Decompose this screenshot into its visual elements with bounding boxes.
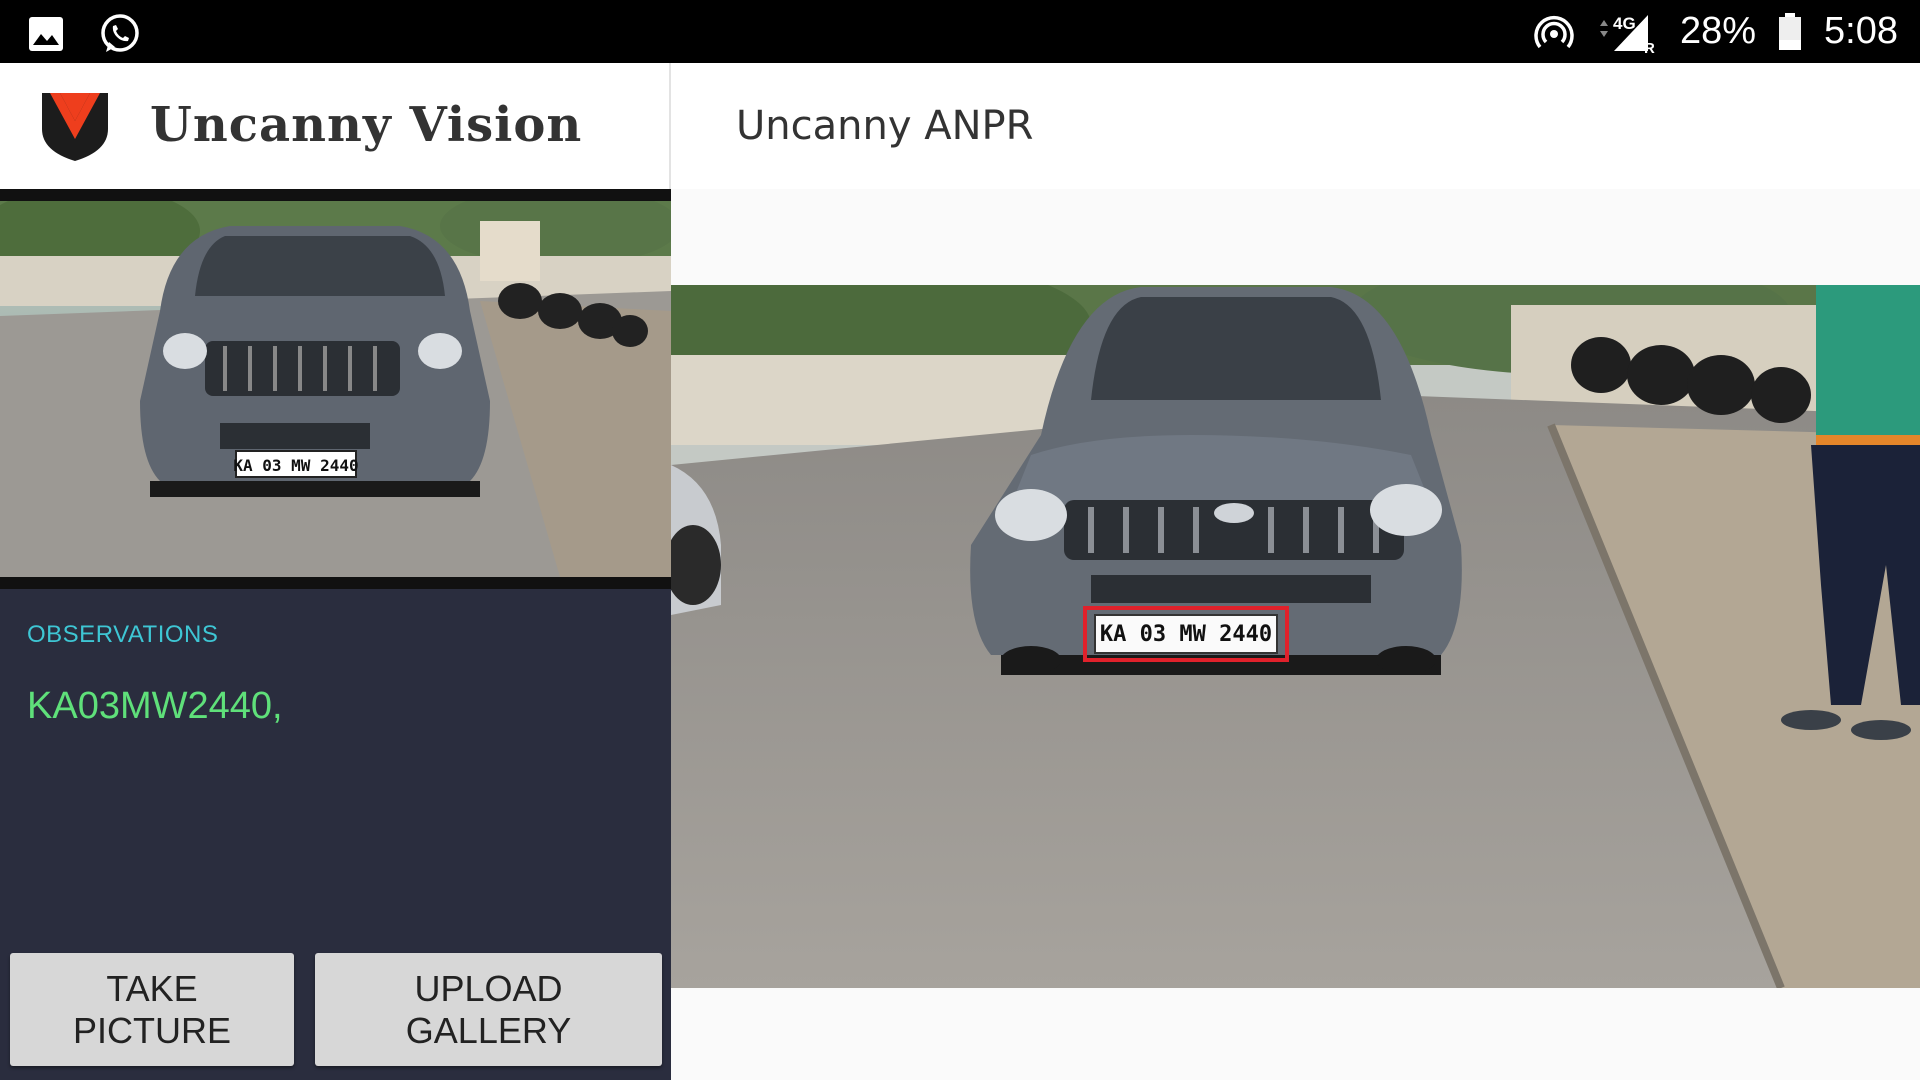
left-panel: Uncanny Vision KA 03 MW 2440 OBSERVATION…: [0, 63, 671, 1080]
battery-percent: 28%: [1679, 10, 1757, 52]
upload-gallery-button[interactable]: UPLOAD GALLERY: [315, 953, 662, 1066]
clock: 5:08: [1824, 10, 1898, 52]
battery-icon: [1778, 12, 1802, 51]
whatsapp-icon: [98, 12, 142, 56]
status-bar: 4G R 28% 5:08: [0, 0, 1920, 63]
network-type: 4G: [1613, 14, 1636, 33]
hotspot-icon: [1534, 12, 1574, 52]
right-panel: Uncanny ANPR KA 03 MW 2440: [671, 63, 1920, 1080]
results-header: Uncanny ANPR: [671, 63, 1920, 189]
roaming-indicator: R: [1644, 40, 1655, 55]
anpr-result-image: KA 03 MW 2440: [671, 285, 1920, 988]
take-picture-button[interactable]: TAKE PICTURE: [10, 953, 294, 1066]
upload-gallery-label: UPLOAD GALLERY: [405, 967, 572, 1051]
signal-icon: 4G R: [1596, 9, 1658, 55]
observations-result: KA03MW2440,: [27, 685, 283, 727]
brand-title: Uncanny Vision: [150, 97, 583, 153]
thumbnail-plate-text: KA 03 MW 2440: [233, 456, 358, 475]
observations-title: OBSERVATIONS: [27, 621, 219, 648]
plate-text: KA 03 MW 2440: [1100, 622, 1272, 647]
captured-car-thumbnail[interactable]: KA 03 MW 2440: [0, 201, 671, 577]
uncanny-vision-logo: [42, 93, 108, 161]
gallery-icon: [28, 16, 64, 52]
take-picture-label: TAKE PICTURE: [72, 967, 231, 1051]
app-header: Uncanny Vision: [0, 63, 671, 189]
captured-image-frame: KA 03 MW 2440: [0, 189, 671, 589]
results-title: Uncanny ANPR: [736, 103, 1034, 149]
